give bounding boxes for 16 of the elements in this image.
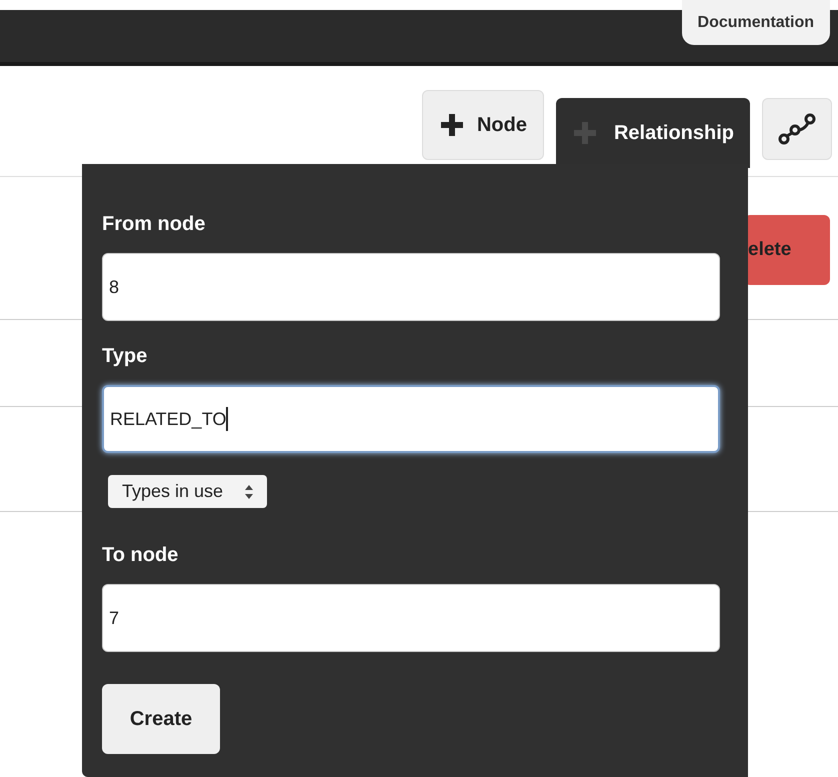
documentation-button[interactable]: Documentation xyxy=(682,0,830,45)
input-field[interactable]: 7 xyxy=(102,584,720,652)
field-label: From node xyxy=(102,212,206,237)
updown-arrows-icon xyxy=(245,484,254,498)
input-field[interactable]: RELATED_TO xyxy=(102,385,720,453)
field-label: Type xyxy=(102,344,148,369)
types-dropdown[interactable]: Types in use xyxy=(108,475,268,508)
tab[interactable]: Node xyxy=(422,90,544,160)
input-field[interactable]: 8 xyxy=(102,253,720,321)
tab[interactable]: Relationship xyxy=(556,98,750,168)
graph-icon xyxy=(777,112,817,146)
graph-view-button[interactable] xyxy=(762,98,832,160)
plus-icon xyxy=(438,112,465,138)
create-button[interactable]: Create xyxy=(102,684,220,754)
field-label: To node xyxy=(102,543,180,568)
plus-icon xyxy=(572,120,598,146)
